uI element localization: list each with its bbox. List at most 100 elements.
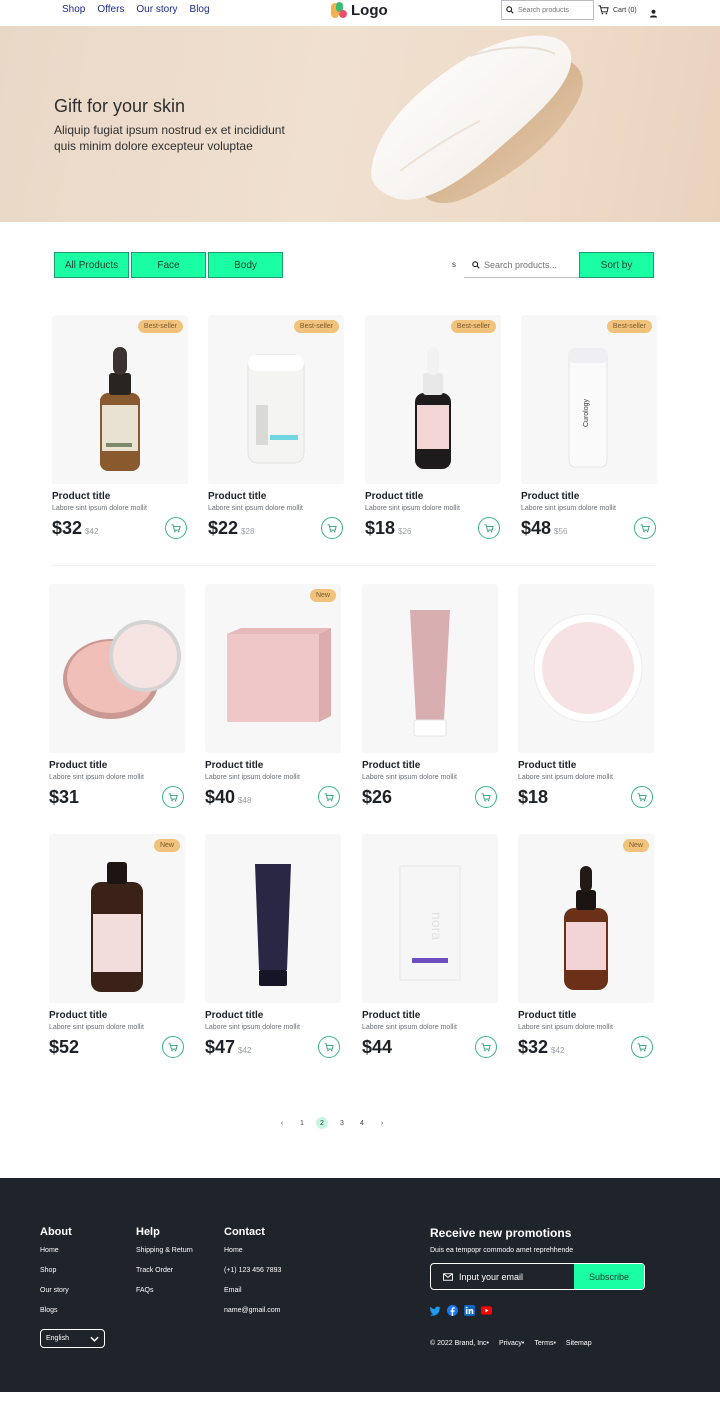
product-image[interactable]: Best-seller — [52, 315, 188, 484]
subscribe-button[interactable]: Subscribe — [574, 1264, 644, 1289]
add-to-cart-button[interactable] — [162, 1036, 184, 1058]
nav-offers[interactable]: Offers — [97, 4, 124, 15]
footer-link-faqs[interactable]: FAQs — [136, 1287, 193, 1294]
footer-link-track-order[interactable]: Track Order — [136, 1267, 193, 1274]
add-to-cart-button[interactable] — [162, 786, 184, 808]
product-image[interactable] — [49, 584, 185, 753]
product-image[interactable]: Best-seller — [208, 315, 344, 484]
cart-icon — [598, 5, 609, 15]
product-card[interactable]: Product title Labore sint ipsum dolore mo… — [518, 584, 658, 816]
product-description: Labore sint ipsum dolore mollit — [365, 505, 460, 512]
product-image[interactable]: Best-seller — [365, 315, 501, 484]
product-title[interactable]: Product title — [208, 491, 266, 502]
footer-link-home[interactable]: Home — [40, 1247, 72, 1254]
logo[interactable]: Logo — [331, 2, 388, 19]
facebook-icon[interactable] — [447, 1305, 458, 1316]
product-title[interactable]: Product title — [205, 1010, 263, 1021]
terms-link[interactable]: Terms• — [534, 1340, 556, 1347]
product-title[interactable]: Product title — [49, 760, 107, 771]
product-title[interactable]: Product title — [362, 760, 420, 771]
product-image[interactable]: Curology Best-seller — [521, 315, 657, 484]
add-to-cart-button[interactable] — [165, 517, 187, 539]
footer-link-shop[interactable]: Shop — [40, 1267, 72, 1274]
promo-title: Receive new promotions — [430, 1226, 572, 1240]
product-card[interactable]: Best-seller Product title Labore sint ipsu… — [365, 315, 505, 547]
nav-blog[interactable]: Blog — [190, 4, 210, 15]
nav-our-story[interactable]: Our story — [136, 4, 177, 15]
product-title[interactable]: Product title — [518, 760, 576, 771]
sort-by-button[interactable]: Sort by — [579, 252, 654, 278]
add-to-cart-button[interactable] — [475, 1036, 497, 1058]
product-title[interactable]: Product title — [518, 1010, 576, 1021]
old-price: $42 — [238, 1046, 252, 1055]
email-input[interactable] — [459, 1271, 569, 1282]
footer-contact-phone[interactable]: (+1) 123 456 7893 — [224, 1267, 281, 1274]
product-card[interactable]: New Product title Labore sint ipsum dolore… — [518, 834, 658, 1066]
youtube-icon[interactable] — [481, 1305, 492, 1316]
page-3-button[interactable]: 3 — [336, 1117, 348, 1129]
product-image[interactable]: New — [49, 834, 185, 1003]
product-card[interactable]: Curology Best-seller Product title Labore s… — [521, 315, 661, 547]
linkedin-icon[interactable] — [464, 1305, 475, 1316]
product-image[interactable] — [205, 834, 341, 1003]
product-title[interactable]: Product title — [521, 491, 579, 502]
product-description: Labore sint ipsum dolore mollit — [521, 505, 616, 512]
product-card[interactable]: Best-seller Product title Labore sint ipsu… — [208, 315, 348, 547]
current-price: $32 — [52, 518, 83, 538]
sitemap-link[interactable]: Sitemap — [566, 1340, 592, 1347]
next-page-button[interactable]: › — [376, 1117, 388, 1129]
product-card[interactable]: New Product title Labore sint ipsum dolore… — [49, 834, 189, 1066]
add-to-cart-button[interactable] — [631, 1036, 653, 1058]
filter-body-button[interactable]: Body — [208, 252, 283, 278]
product-image[interactable]: New — [518, 834, 654, 1003]
social-links — [430, 1305, 492, 1316]
cart-icon — [327, 523, 337, 532]
page-2-button[interactable]: 2 — [316, 1117, 328, 1129]
product-image[interactable]: nora — [362, 834, 498, 1003]
product-card[interactable]: Product title Labore sint ipsum dolore mo… — [49, 584, 189, 816]
filter-all-products-button[interactable]: All Products — [54, 252, 129, 278]
product-card[interactable]: nora Product title Labore sint ipsum dolor… — [362, 834, 502, 1066]
filter-face-button[interactable]: Face — [131, 252, 206, 278]
product-image[interactable]: New — [205, 584, 341, 753]
product-title[interactable]: Product title — [365, 491, 423, 502]
cart-icon — [637, 1042, 647, 1051]
footer-contact-email-label[interactable]: Email — [224, 1287, 281, 1294]
product-card[interactable]: Product title Labore sint ipsum dolore mo… — [362, 584, 502, 816]
product-card[interactable]: Best-seller Product title Labore sint ipsu… — [52, 315, 192, 547]
nav-shop[interactable]: Shop — [62, 4, 85, 15]
product-description: Labore sint ipsum dolore mollit — [518, 1024, 613, 1031]
cart-link[interactable]: Cart (0) — [598, 5, 637, 15]
footer-link-our-story[interactable]: Our story — [40, 1287, 72, 1294]
add-to-cart-button[interactable] — [321, 517, 343, 539]
add-to-cart-button[interactable] — [631, 786, 653, 808]
main-nav: Shop Offers Our story Blog — [62, 4, 210, 15]
page-4-button[interactable]: 4 — [356, 1117, 368, 1129]
header-search-input[interactable] — [518, 6, 588, 14]
add-to-cart-button[interactable] — [478, 517, 500, 539]
language-select[interactable]: English — [40, 1329, 105, 1348]
add-to-cart-button[interactable] — [475, 786, 497, 808]
product-image[interactable] — [518, 584, 654, 753]
product-title[interactable]: Product title — [362, 1010, 420, 1021]
product-title[interactable]: Product title — [49, 1010, 107, 1021]
product-card[interactable]: New Product title Labore sint ipsum dolore… — [205, 584, 345, 816]
footer-contact-email[interactable]: name@gmail.com — [224, 1307, 281, 1314]
logo-text: Logo — [351, 2, 388, 19]
footer-link-blogs[interactable]: Blogs — [40, 1307, 72, 1314]
add-to-cart-button[interactable] — [318, 786, 340, 808]
privacy-link[interactable]: Privacy• — [499, 1340, 524, 1347]
product-image[interactable] — [362, 584, 498, 753]
add-to-cart-button[interactable] — [634, 517, 656, 539]
footer-contact-home[interactable]: Home — [224, 1247, 281, 1254]
page-1-button[interactable]: 1 — [296, 1117, 308, 1129]
product-search-input[interactable] — [484, 259, 579, 270]
product-card[interactable]: Product title Labore sint ipsum dolore mo… — [205, 834, 345, 1066]
footer-link-shipping[interactable]: Shipping & Return — [136, 1247, 193, 1254]
add-to-cart-button[interactable] — [318, 1036, 340, 1058]
twitter-icon[interactable] — [430, 1305, 441, 1316]
user-icon[interactable] — [649, 5, 658, 23]
product-title[interactable]: Product title — [52, 491, 110, 502]
product-title[interactable]: Product title — [205, 760, 263, 771]
prev-page-button[interactable]: ‹ — [276, 1117, 288, 1129]
